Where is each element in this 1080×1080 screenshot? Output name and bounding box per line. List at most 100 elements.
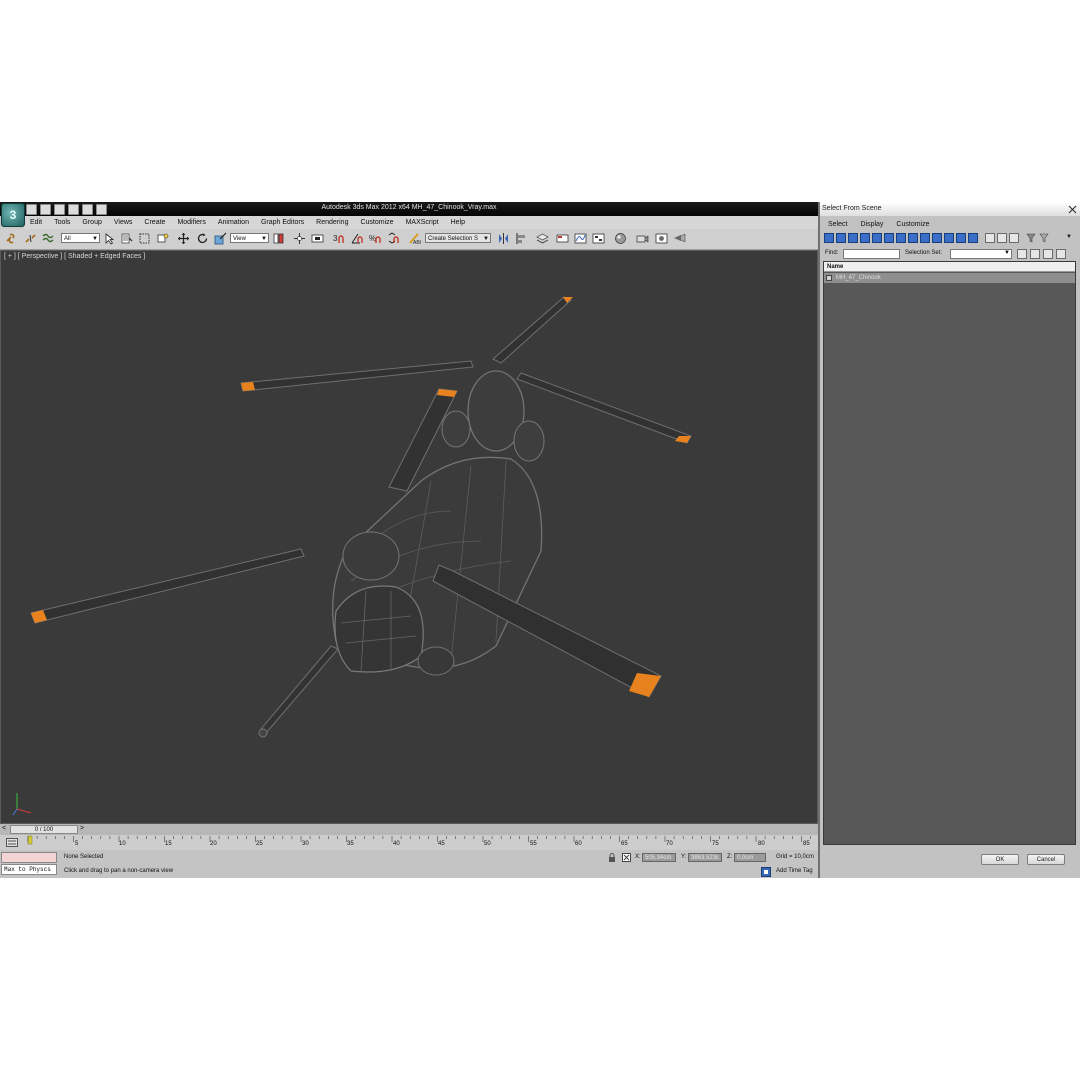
menu-rendering[interactable]: Rendering: [310, 216, 354, 229]
bind-space-warp-icon[interactable]: [42, 232, 55, 245]
previous-frame-icon[interactable]: <: [2, 825, 6, 832]
dialog-menu-select[interactable]: Select: [820, 221, 852, 228]
select-object-icon[interactable]: [103, 232, 116, 245]
menu-tools[interactable]: Tools: [48, 216, 76, 229]
tick-label: 20: [210, 841, 217, 847]
named-selection-set-dropdown[interactable]: Create Selection S ▼: [425, 233, 491, 243]
filter-options-icon[interactable]: [1039, 233, 1049, 243]
keyboard-shortcut-override-icon[interactable]: [311, 232, 324, 245]
track-bar[interactable]: 5 10 15 20 25 30 35 40 45 50 55 60 65 70…: [0, 835, 818, 850]
create-selection-set-icon[interactable]: [1017, 249, 1027, 259]
display-containers-icon[interactable]: [932, 233, 942, 243]
select-by-name-icon[interactable]: [120, 232, 133, 245]
graphite-modeling-tools-icon[interactable]: [556, 232, 569, 245]
highlight-selection-set-icon[interactable]: [1056, 249, 1066, 259]
add-time-tag-icon[interactable]: [761, 867, 771, 877]
curve-editor-icon[interactable]: [574, 232, 587, 245]
spinner-snap-icon[interactable]: [387, 232, 400, 245]
rectangular-selection-icon[interactable]: [138, 232, 151, 245]
menu-views[interactable]: Views: [108, 216, 139, 229]
select-and-scale-icon[interactable]: [214, 232, 227, 245]
menu-edit[interactable]: Edit: [24, 216, 48, 229]
menu-animation[interactable]: Animation: [212, 216, 255, 229]
chevron-down-icon[interactable]: ▼: [1066, 234, 1072, 240]
layer-manager-icon[interactable]: [536, 232, 549, 245]
x-coord-field[interactable]: 505,34cm: [642, 853, 676, 862]
display-groups-icon[interactable]: [896, 233, 906, 243]
selection-set-dropdown[interactable]: ▼: [950, 249, 1012, 259]
display-none-icon[interactable]: [985, 233, 995, 243]
app-menu-logo-icon[interactable]: 3: [1, 203, 25, 227]
mirror-icon[interactable]: [497, 232, 510, 245]
snaps-toggle-icon[interactable]: 3: [333, 232, 346, 245]
menu-group[interactable]: Group: [76, 216, 107, 229]
select-and-rotate-icon[interactable]: [196, 232, 209, 245]
display-geometry-icon[interactable]: [824, 233, 834, 243]
add-time-tag-button[interactable]: Add Time Tag: [776, 868, 813, 874]
add-to-selection-set-icon[interactable]: [1030, 249, 1040, 259]
pivot-center-icon[interactable]: [272, 232, 285, 245]
reference-coordinate-dropdown[interactable]: View ▼: [230, 233, 269, 243]
select-and-manipulate-icon[interactable]: [293, 232, 306, 245]
unlink-icon[interactable]: [24, 232, 37, 245]
menu-customize[interactable]: Customize: [354, 216, 399, 229]
angle-snap-icon[interactable]: [351, 232, 364, 245]
display-bones-icon[interactable]: [920, 233, 930, 243]
remove-from-selection-set-icon[interactable]: [1043, 249, 1053, 259]
display-all-icon[interactable]: [968, 233, 978, 243]
list-item[interactable]: MH_47_Chinook: [824, 273, 1075, 283]
material-editor-icon[interactable]: [614, 232, 627, 245]
cancel-button[interactable]: Cancel: [1027, 854, 1065, 865]
menu-help[interactable]: Help: [445, 216, 471, 229]
close-icon[interactable]: [1068, 205, 1077, 214]
display-cameras-icon[interactable]: [860, 233, 870, 243]
window-crossing-icon[interactable]: [156, 232, 169, 245]
menu-modifiers[interactable]: Modifiers: [171, 216, 211, 229]
render-production-icon[interactable]: [673, 232, 686, 245]
display-frozen-icon[interactable]: [944, 233, 954, 243]
perspective-viewport[interactable]: [ + ] [ Perspective ] [ Shaded + Edged F…: [0, 250, 818, 824]
scene-object-list[interactable]: Name MH_47_Chinook: [823, 261, 1076, 845]
chevron-down-icon: ▼: [1004, 250, 1010, 256]
tick-label: 25: [256, 841, 263, 847]
percent-snap-icon[interactable]: %: [369, 232, 382, 245]
dialog-menu-customize[interactable]: Customize: [888, 221, 934, 228]
edit-named-selection-icon[interactable]: ABC: [408, 232, 421, 245]
maxscript-listener-input[interactable]: Max to Physcs: [1, 864, 57, 875]
display-hidden-icon[interactable]: [956, 233, 966, 243]
display-xrefs-icon[interactable]: [908, 233, 918, 243]
dialog-menu-display[interactable]: Display: [852, 221, 888, 228]
chevron-down-icon: ▼: [261, 236, 267, 242]
menu-create[interactable]: Create: [138, 216, 171, 229]
render-setup-icon[interactable]: [636, 232, 649, 245]
menu-graph-editors[interactable]: Graph Editors: [255, 216, 310, 229]
y-coord-label: Y:: [681, 854, 687, 860]
column-header-name[interactable]: Name: [824, 262, 1075, 272]
schematic-view-icon[interactable]: [592, 232, 605, 245]
rendered-frame-window-icon[interactable]: [655, 232, 668, 245]
align-icon[interactable]: [515, 232, 528, 245]
time-slider[interactable]: 0 / 100: [10, 825, 78, 834]
selection-filter-dropdown[interactable]: All ▼: [61, 233, 100, 243]
lock-selection-icon[interactable]: [608, 853, 616, 862]
absolute-mode-transform-icon[interactable]: [622, 853, 631, 862]
filter-icon[interactable]: [1026, 233, 1036, 243]
y-coord-field[interactable]: 3863,523c: [688, 853, 722, 862]
z-coord-field[interactable]: 0,0cm: [734, 853, 766, 862]
display-space-warps-icon[interactable]: [884, 233, 894, 243]
sync-selection-icon[interactable]: [1009, 233, 1019, 243]
menu-maxscript[interactable]: MAXScript: [400, 216, 445, 229]
display-lights-icon[interactable]: [848, 233, 858, 243]
selection-filter-value: All: [64, 236, 71, 242]
display-helpers-icon[interactable]: [872, 233, 882, 243]
maxscript-listener-top[interactable]: [1, 852, 57, 863]
list-item-label: MH_47_Chinook: [836, 275, 881, 281]
ok-button[interactable]: OK: [981, 854, 1019, 865]
find-input[interactable]: [843, 249, 900, 259]
display-shapes-icon[interactable]: [836, 233, 846, 243]
link-icon[interactable]: [5, 232, 18, 245]
tick-label: 35: [347, 841, 354, 847]
next-frame-icon[interactable]: >: [80, 825, 84, 832]
invert-display-icon[interactable]: [997, 233, 1007, 243]
select-and-move-icon[interactable]: [177, 232, 190, 245]
